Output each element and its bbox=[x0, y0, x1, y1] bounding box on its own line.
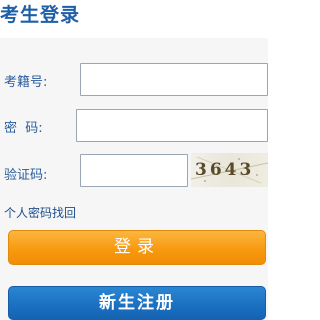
captcha-label: 验证码: bbox=[4, 168, 48, 183]
exam-id-input[interactable] bbox=[80, 63, 268, 96]
password-label: 密 码: bbox=[4, 121, 43, 136]
register-button[interactable]: 新生注册 bbox=[8, 286, 266, 320]
captcha-code: 3643 bbox=[195, 160, 255, 180]
retrieve-password-link[interactable]: 个人密码找回 bbox=[4, 206, 76, 221]
login-button[interactable]: 登录 bbox=[8, 230, 266, 265]
exam-id-label: 考籍号: bbox=[4, 75, 48, 90]
captcha-input[interactable] bbox=[80, 154, 188, 187]
header: 考生登录 bbox=[0, 0, 268, 38]
captcha-image[interactable]: 3643 bbox=[191, 153, 268, 187]
password-input[interactable] bbox=[76, 109, 268, 142]
page-title: 考生登录 bbox=[0, 4, 81, 26]
